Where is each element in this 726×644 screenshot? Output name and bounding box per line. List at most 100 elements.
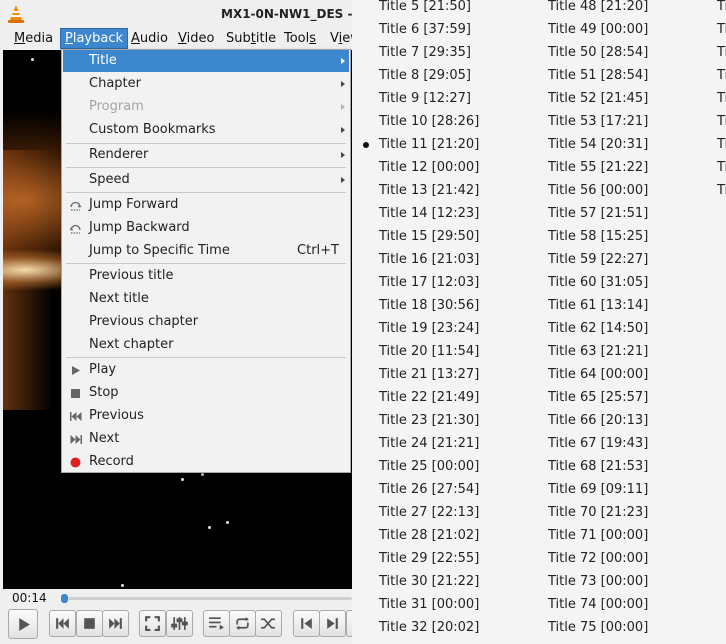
menu-item-previous[interactable]: Previous bbox=[63, 405, 349, 427]
title-menu-item[interactable]: Title 26 [27:54] bbox=[379, 478, 479, 501]
previous-frame-button[interactable] bbox=[293, 610, 320, 637]
loop-button[interactable] bbox=[229, 610, 256, 637]
title-menu-item[interactable]: Title 62 [14:50] bbox=[548, 317, 648, 340]
title-menu-item[interactable]: Title 7 [29:35] bbox=[379, 41, 471, 64]
menu-item-chapter[interactable]: Chapter bbox=[63, 73, 349, 95]
title-menu-item[interactable]: Ti bbox=[717, 87, 726, 110]
title-menu-item[interactable]: Title 55 [21:22] bbox=[548, 156, 648, 179]
title-menu-item[interactable]: Title 49 [00:00] bbox=[548, 18, 648, 41]
title-menu-item[interactable]: Title 18 [30:56] bbox=[379, 294, 479, 317]
title-menu-item[interactable]: Ti bbox=[717, 133, 726, 156]
title-menu-item[interactable]: Ti bbox=[717, 0, 726, 18]
title-menu-item[interactable]: Title 12 [00:00] bbox=[379, 156, 479, 179]
title-menu-item[interactable]: Title 27 [22:13] bbox=[379, 501, 479, 524]
menu-item-jump-backward[interactable]: Jump Backward bbox=[63, 217, 349, 239]
title-menu-item[interactable]: Title 23 [21:30] bbox=[379, 409, 479, 432]
title-menu-item[interactable]: Title 30 [21:22] bbox=[379, 570, 479, 593]
title-menu-item[interactable]: Title 72 [00:00] bbox=[548, 547, 648, 570]
title-menu-item[interactable]: Title 58 [15:25] bbox=[548, 225, 648, 248]
title-menu-item[interactable]: Title 48 [21:20] bbox=[548, 0, 648, 18]
menu-item-jump-specific-time[interactable]: Jump to Specific Time Ctrl+T bbox=[63, 240, 349, 262]
title-menu-item[interactable]: Title 60 [31:05] bbox=[548, 271, 648, 294]
title-menu-item[interactable]: Title 61 [13:14] bbox=[548, 294, 648, 317]
title-menu-item[interactable]: Title 71 [00:00] bbox=[548, 524, 648, 547]
title-menu-item[interactable]: Title 66 [20:13] bbox=[548, 409, 648, 432]
menu-item-play[interactable]: Play bbox=[63, 359, 349, 381]
menu-item-previous-chapter[interactable]: Previous chapter bbox=[63, 311, 349, 333]
title-menu-item[interactable]: Ti bbox=[717, 179, 726, 202]
title-menu-item[interactable]: Title 8 [29:05] bbox=[379, 64, 471, 87]
menu-item-jump-forward[interactable]: Jump Forward bbox=[63, 194, 349, 216]
title-menu-item[interactable]: Title 50 [28:54] bbox=[548, 41, 648, 64]
title-menu-item[interactable]: Title 57 [21:51] bbox=[548, 202, 648, 225]
title-menu-item[interactable]: Title 22 [21:49] bbox=[379, 386, 479, 409]
title-menu-item[interactable]: Ti bbox=[717, 64, 726, 87]
title-menu-item[interactable]: Title 68 [21:53] bbox=[548, 455, 648, 478]
title-menu-item[interactable]: Title 52 [21:45] bbox=[548, 87, 648, 110]
menu-item-speed[interactable]: Speed bbox=[63, 169, 349, 191]
title-menu-item[interactable]: Ti bbox=[717, 18, 726, 41]
title-menu-item[interactable]: Title 51 [28:54] bbox=[548, 64, 648, 87]
title-menu-item[interactable]: Title 53 [17:21] bbox=[548, 110, 648, 133]
playlist-button[interactable] bbox=[203, 610, 230, 637]
title-menu-item[interactable]: Title 73 [00:00] bbox=[548, 570, 648, 593]
menu-subtitle[interactable]: Subtitle bbox=[222, 28, 280, 49]
title-menu-item[interactable]: Title 9 [12:27] bbox=[379, 87, 471, 110]
menu-view[interactable]: View bbox=[326, 28, 352, 49]
menu-tools[interactable]: Tools bbox=[280, 28, 320, 49]
menu-item-custom-bookmarks[interactable]: Custom Bookmarks bbox=[63, 119, 349, 141]
seek-slider[interactable] bbox=[62, 597, 352, 600]
menu-video[interactable]: Video bbox=[174, 28, 218, 49]
play-button[interactable] bbox=[8, 609, 38, 639]
title-menu-item[interactable]: Title 67 [19:43] bbox=[548, 432, 648, 455]
title-menu-item[interactable]: Title 19 [23:24] bbox=[379, 317, 479, 340]
menu-media[interactable]: Media bbox=[10, 28, 57, 49]
title-menu-item[interactable]: Ti bbox=[717, 41, 726, 64]
title-menu-item[interactable]: Title 17 [12:03] bbox=[379, 271, 479, 294]
title-menu-item[interactable]: Title 11 [21:20] bbox=[379, 133, 479, 156]
title-menu-item[interactable]: Title 24 [21:21] bbox=[379, 432, 479, 455]
previous-button[interactable] bbox=[49, 610, 76, 637]
menu-item-previous-title[interactable]: Previous title bbox=[63, 265, 349, 287]
title-menu-item[interactable]: Title 56 [00:00] bbox=[548, 179, 648, 202]
title-menu-item[interactable]: Title 14 [12:23] bbox=[379, 202, 479, 225]
title-menu-item[interactable]: Title 64 [00:00] bbox=[548, 363, 648, 386]
title-menu-item[interactable]: Title 59 [22:27] bbox=[548, 248, 648, 271]
menu-item-title[interactable]: Title bbox=[63, 50, 349, 72]
title-menu-item[interactable]: Title 54 [20:31] bbox=[548, 133, 648, 156]
menu-item-next-chapter[interactable]: Next chapter bbox=[63, 334, 349, 356]
stop-button[interactable] bbox=[76, 610, 103, 637]
title-menu-item[interactable]: Title 65 [25:57] bbox=[548, 386, 648, 409]
extended-settings-button[interactable] bbox=[166, 610, 193, 637]
title-menu-item[interactable]: Title 70 [21:23] bbox=[548, 501, 648, 524]
next-frame-button[interactable] bbox=[319, 610, 346, 637]
title-menu-item[interactable]: Title 28 [21:02] bbox=[379, 524, 479, 547]
title-menu-item[interactable]: Title 75 [00:00] bbox=[548, 616, 648, 639]
title-menu-item[interactable]: Title 32 [20:02] bbox=[379, 616, 479, 639]
title-menu-item[interactable]: Title 20 [11:54] bbox=[379, 340, 479, 363]
menu-item-stop[interactable]: Stop bbox=[63, 382, 349, 404]
next-button[interactable] bbox=[102, 610, 129, 637]
title-menu-item[interactable]: Title 5 [21:50] bbox=[379, 0, 471, 18]
title-menu-item[interactable]: Title 21 [13:27] bbox=[379, 363, 479, 386]
menu-item-record[interactable]: Record bbox=[63, 451, 349, 473]
title-menu-item[interactable]: Title 6 [37:59] bbox=[379, 18, 471, 41]
title-menu-item[interactable]: Title 74 [00:00] bbox=[548, 593, 648, 616]
menu-item-next-title[interactable]: Next title bbox=[63, 288, 349, 310]
title-menu-item[interactable]: Title 15 [29:50] bbox=[379, 225, 479, 248]
title-menu-item[interactable]: Title 31 [00:00] bbox=[379, 593, 479, 616]
title-menu-item[interactable]: Title 13 [21:42] bbox=[379, 179, 479, 202]
fullscreen-button[interactable] bbox=[139, 610, 166, 637]
seek-slider-handle[interactable] bbox=[61, 594, 68, 603]
menu-item-next[interactable]: Next bbox=[63, 428, 349, 450]
title-menu-item[interactable]: Title 69 [09:11] bbox=[548, 478, 648, 501]
title-menu-item[interactable]: Ti bbox=[717, 156, 726, 179]
shuffle-button[interactable] bbox=[255, 610, 282, 637]
title-menu-item[interactable]: Title 29 [22:55] bbox=[379, 547, 479, 570]
title-menu-item[interactable]: Title 63 [21:21] bbox=[548, 340, 648, 363]
title-menu-item[interactable]: Title 16 [21:03] bbox=[379, 248, 479, 271]
title-menu-item[interactable]: Title 10 [28:26] bbox=[379, 110, 479, 133]
title-menu-item[interactable]: Title 25 [00:00] bbox=[379, 455, 479, 478]
title-menu-item[interactable]: Ti bbox=[717, 110, 726, 133]
menu-playback[interactable]: Playback bbox=[60, 28, 129, 49]
